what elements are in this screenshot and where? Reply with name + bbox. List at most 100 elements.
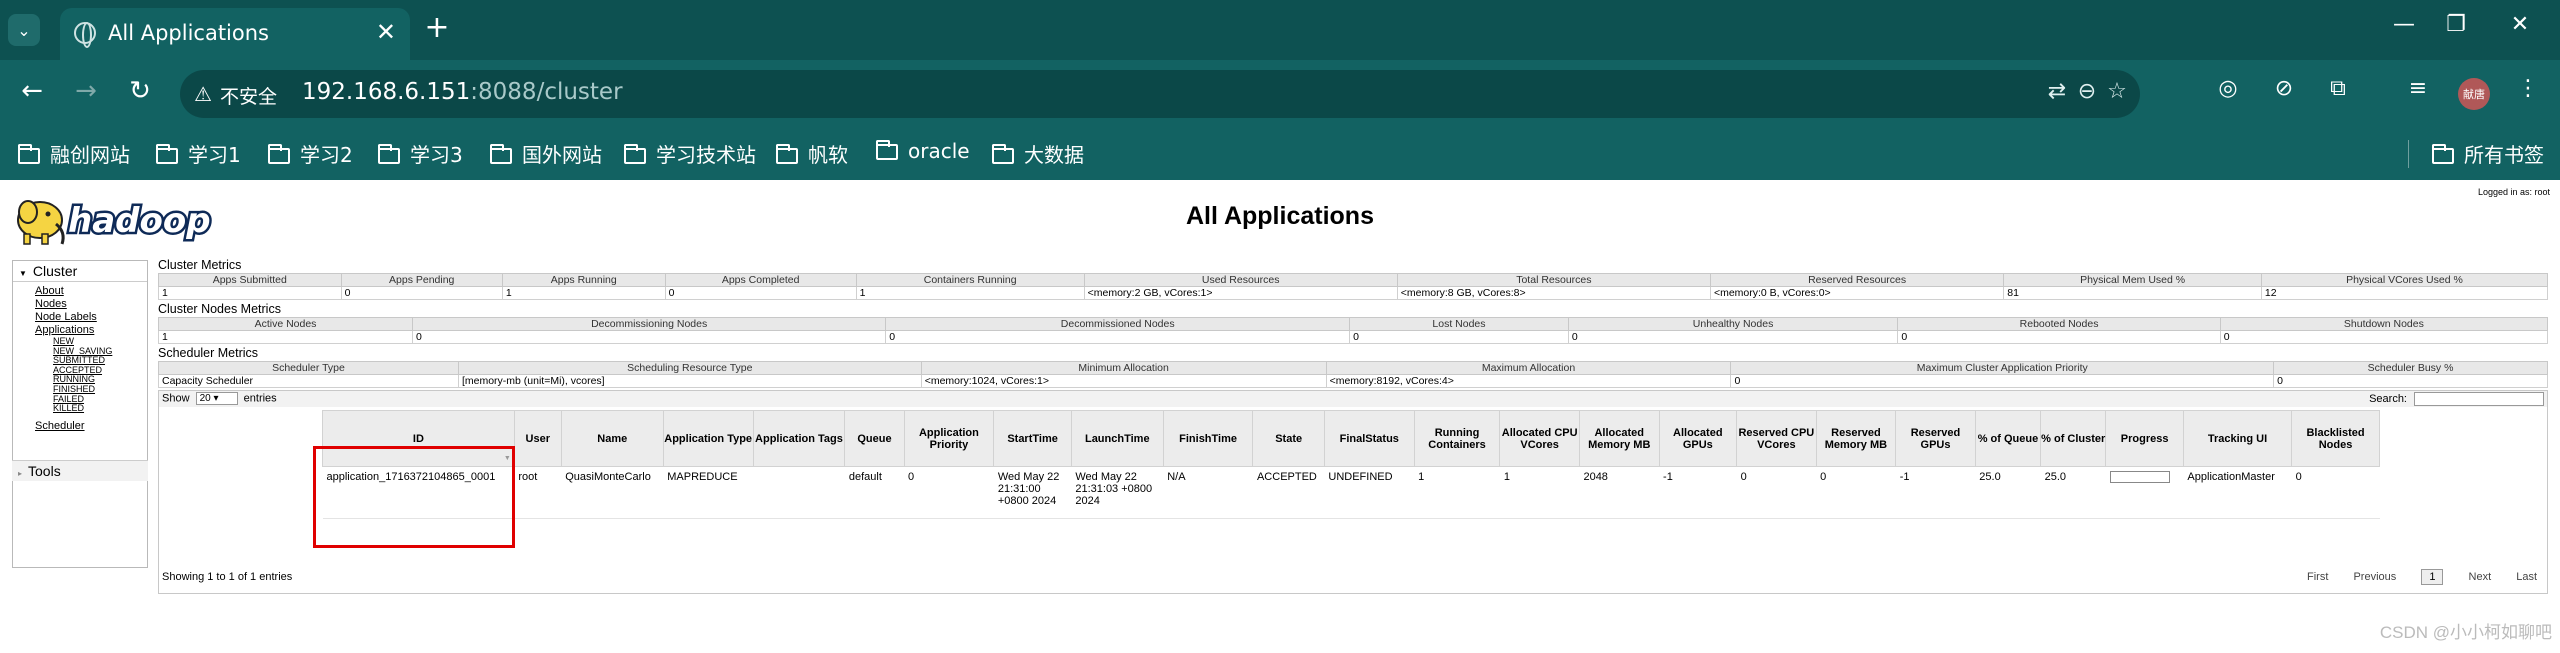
reload-button[interactable]: ↻ [122,76,158,106]
bookmark-folder[interactable]: 大数据 [992,139,1084,168]
folder-icon [490,144,512,164]
avatar[interactable]: 献唐 [2458,78,2490,110]
nav-link-state-killed[interactable]: KILLED [13,404,147,414]
column-header[interactable]: Blacklisted Nodes [2291,410,2380,467]
restore-window-button[interactable]: ❐ [2436,12,2476,37]
pager-previous[interactable]: Previous [2353,571,2396,583]
cell-type: MAPREDUCE [663,466,754,519]
all-bookmarks-folder[interactable]: 所有书签 [2432,139,2544,168]
nav-link-about[interactable]: About [13,285,147,298]
bookmark-folder[interactable]: 帆软 [776,139,848,168]
column-header[interactable]: StartTime [993,410,1072,467]
forward-button[interactable]: → [68,76,104,106]
column-header[interactable]: Allocated GPUs [1658,410,1738,467]
minimize-window-button[interactable]: — [2384,12,2424,37]
cell-tags [753,466,845,519]
extension-glasses-icon[interactable]: ◎ [2210,76,2246,101]
header-label: ID [412,432,424,445]
bookmark-folder[interactable]: 国外网站 [490,139,602,168]
url-path: :8088/cluster [470,79,623,105]
left-nav: ▼ Cluster About Nodes Node Labels Applica… [12,260,148,568]
pager-last[interactable]: Last [2516,571,2537,583]
extensions-puzzle-icon[interactable]: ⧉ [2320,76,2356,101]
column-header[interactable]: FinishTime [1162,410,1254,467]
rebooted-nodes-link[interactable]: 0 [1901,331,1907,343]
extension-compass-icon[interactable]: ⊘ [2266,76,2302,101]
metric-value: 0 [2273,374,2548,388]
reading-list-icon[interactable]: ≡ [2400,76,2436,101]
column-header[interactable]: % of Cluster [2040,410,2107,467]
cell-user: root [514,466,562,519]
decommissioned-nodes-link[interactable]: 0 [889,331,895,343]
bookmark-folder[interactable]: 学习技术站 [624,139,756,168]
new-tab-button[interactable]: + [420,10,454,45]
nav-section-tools[interactable]: ▸ Tools [12,460,148,481]
header-label: Reserved Memory MB [1824,426,1888,451]
column-header[interactable]: Application Priority [903,410,995,467]
unhealthy-nodes-link[interactable]: 0 [1572,331,1578,343]
folder-icon [156,144,178,164]
pager-next[interactable]: Next [2469,571,2492,583]
nav-section-cluster[interactable]: ▼ Cluster [13,261,147,282]
bookmark-folder[interactable]: 学习2 [268,139,353,168]
nav-link-applications[interactable]: Applications [13,324,147,337]
search-input[interactable] [2414,392,2544,406]
decommissioning-nodes-link[interactable]: 0 [416,331,422,343]
nav-link-node-labels[interactable]: Node Labels [13,311,147,324]
lost-nodes-link[interactable]: 0 [1353,331,1359,343]
column-header: Reserved Resources [1709,273,2005,287]
pager-current-page[interactable]: 1 [2421,569,2444,585]
column-header[interactable]: Allocated Memory MB [1578,410,1660,467]
nav-link-scheduler[interactable]: Scheduler [13,420,147,433]
apps-submitted-link[interactable]: 1 [162,287,168,299]
column-header[interactable]: Running Containers [1413,410,1501,467]
cell-finish-time: N/A [1163,466,1253,519]
url-host: 192.168.6.151 [302,79,471,105]
column-header[interactable]: Reserved Memory MB [1815,410,1897,467]
cell-name: QuasiMonteCarlo [561,466,664,519]
close-window-button[interactable]: ✕ [2500,12,2540,37]
column-header[interactable]: Tracking UI [2182,410,2293,467]
column-header: Rebooted Nodes [1897,317,2221,331]
column-header[interactable]: State [1252,410,1325,467]
tracking-ui-link[interactable]: ApplicationMaster [2187,471,2274,483]
column-header[interactable]: Name [560,410,664,467]
column-header[interactable]: LaunchTime [1070,410,1164,467]
column-header: Shutdown Nodes [2219,317,2549,331]
active-tab[interactable]: All Applications ✕ [60,8,410,60]
pager-first[interactable]: First [2307,571,2328,583]
bookmarks-divider [2408,140,2409,168]
zoom-icon[interactable]: ⊖ [2072,79,2102,104]
column-header[interactable]: Queue [844,410,905,467]
more-menu-icon[interactable]: ⋮ [2510,76,2546,101]
column-header[interactable]: Application Tags [752,410,846,467]
column-header[interactable]: Progress [2105,410,2184,467]
bookmark-star-icon[interactable]: ☆ [2102,79,2132,104]
column-header[interactable]: FinalStatus [1323,410,1415,467]
column-header: Lost Nodes [1349,317,1569,331]
column-header[interactable]: Reserved GPUs [1895,410,1976,467]
tab-search-button[interactable]: ⌄ [8,14,40,46]
column-header[interactable]: % of Queue [1974,410,2042,467]
column-header[interactable]: Reserved CPU VCores [1736,410,1817,467]
nav-link-nodes[interactable]: Nodes [13,298,147,311]
active-nodes-link[interactable]: 1 [162,331,168,343]
address-bar[interactable]: ⚠ 不安全 192.168.6.151:8088/cluster ⇄ ⊖ ☆ [180,70,2140,118]
bookmark-label: 国外网站 [522,143,602,167]
close-tab-icon[interactable]: ✕ [376,18,396,46]
shutdown-nodes-link[interactable]: 0 [2224,331,2230,343]
column-header[interactable]: Allocated CPU VCores [1499,410,1580,467]
translate-icon[interactable]: ⇄ [2042,79,2072,104]
header-label: Allocated CPU VCores [1501,426,1578,451]
bookmark-folder[interactable]: 融创网站 [18,139,130,168]
security-label[interactable]: 不安全 [220,82,277,109]
bookmark-folder[interactable]: 学习1 [156,139,241,168]
column-header[interactable]: User [513,410,562,467]
back-button[interactable]: ← [14,76,50,106]
bookmark-folder[interactable]: oracle [876,139,970,163]
column-header[interactable]: Application Type [662,410,754,467]
entries-select[interactable]: 20 ▾ [195,392,238,405]
column-header: Decommissioned Nodes [885,317,1351,331]
url-text[interactable]: 192.168.6.151:8088/cluster [302,79,623,105]
bookmark-folder[interactable]: 学习3 [378,139,463,168]
